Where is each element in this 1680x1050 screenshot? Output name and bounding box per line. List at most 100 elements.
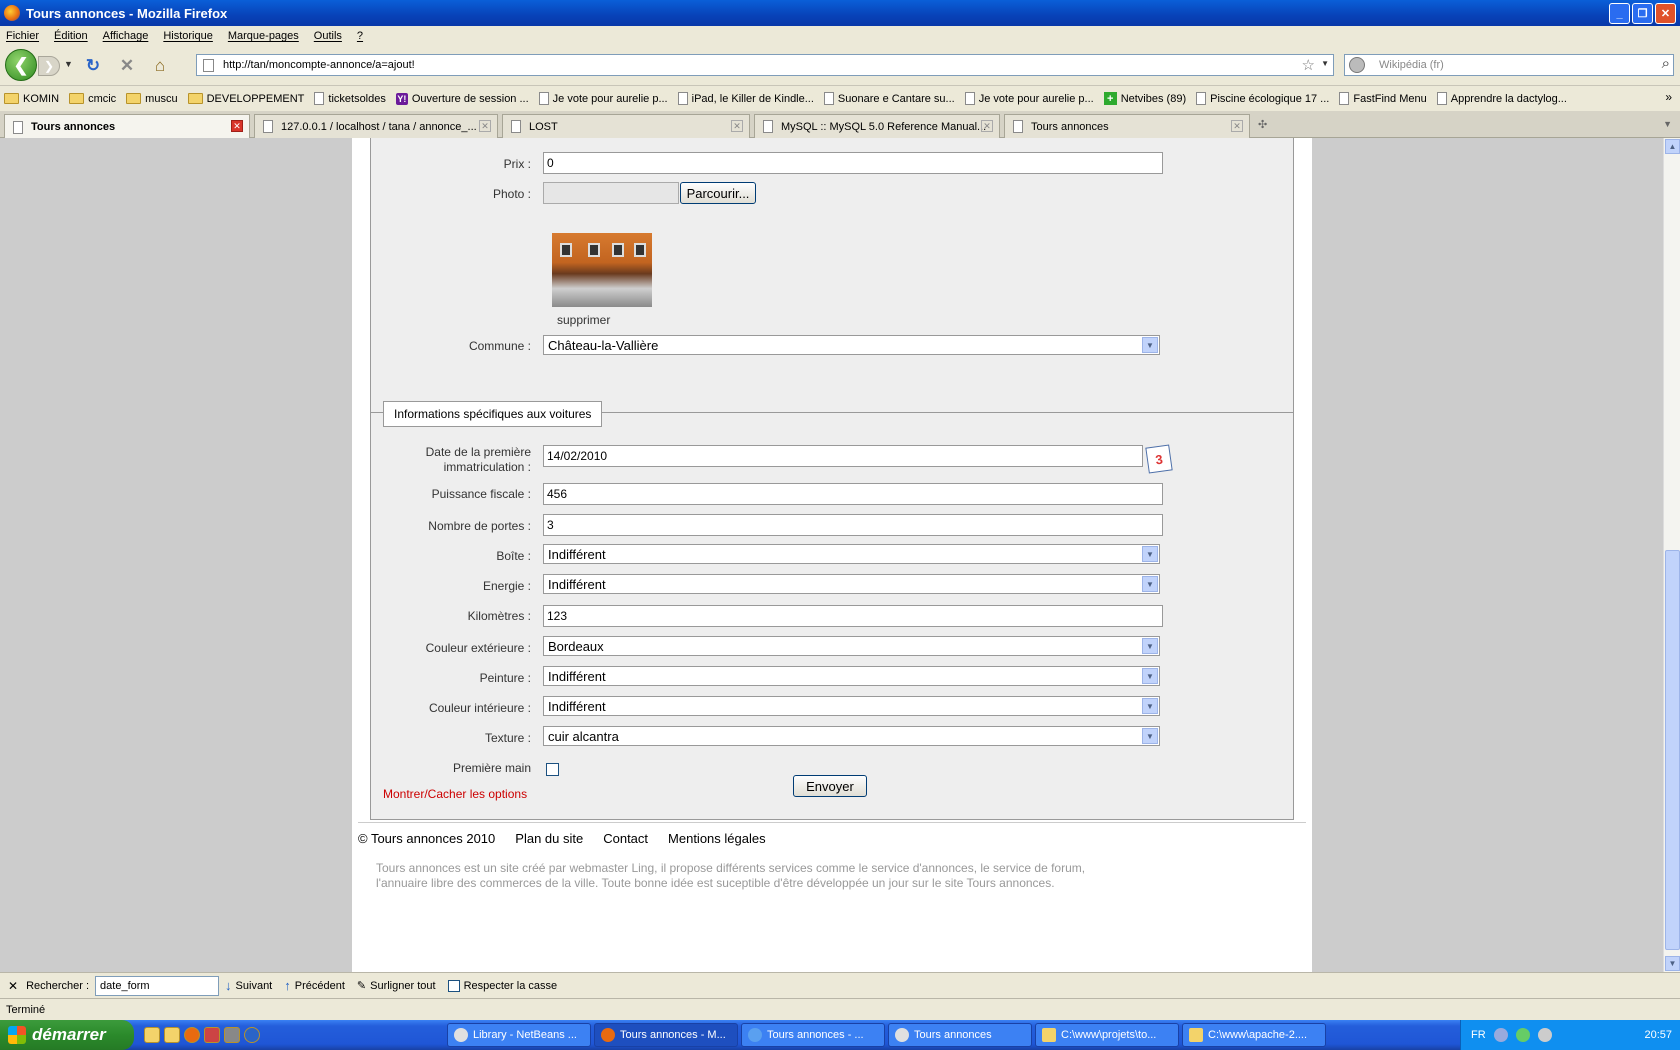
search-icon[interactable]: ⌕ xyxy=(1662,55,1670,72)
submit-button[interactable]: Envoyer xyxy=(793,775,867,797)
bookmark-item[interactable]: DEVELOPPEMENT xyxy=(187,93,304,105)
folder-icon xyxy=(69,93,85,104)
taskbar-item[interactable]: Library - NetBeans ... xyxy=(447,1023,591,1047)
menu-affichage[interactable]: Affichage xyxy=(103,30,149,42)
history-dropdown-icon[interactable]: ▼ xyxy=(64,59,73,69)
close-tab-icon[interactable]: ✕ xyxy=(231,120,243,132)
tab-lost[interactable]: LOST ✕ xyxy=(502,114,750,138)
bookmark-item[interactable]: FastFind Menu xyxy=(1339,92,1427,105)
find-next-button[interactable]: ↓ Suivant xyxy=(225,978,272,993)
menu-outils[interactable]: Outils xyxy=(314,30,342,42)
home-icon[interactable]: ⌂ xyxy=(149,55,171,77)
forward-button[interactable]: ❯ xyxy=(38,56,60,76)
start-button[interactable]: démarrer xyxy=(0,1020,134,1050)
couleur-int-select[interactable]: Indifférent ▼ xyxy=(543,696,1160,716)
quicklaunch-folder-icon[interactable] xyxy=(144,1027,160,1043)
close-find-icon[interactable]: ✕ xyxy=(8,979,18,993)
url-bar[interactable]: http://tan/moncompte-annonce/a=ajout! ☆ … xyxy=(196,54,1334,76)
menu-edition[interactable]: Édition xyxy=(54,30,88,42)
page-icon xyxy=(1339,92,1350,105)
back-button[interactable]: ❮ xyxy=(5,49,37,81)
list-all-tabs-icon[interactable]: ▼ xyxy=(1663,119,1672,129)
bookmark-item[interactable]: Y! Ouverture de session ... xyxy=(395,92,529,105)
bookmark-item[interactable]: Je vote pour aurelie p... xyxy=(964,92,1094,105)
bookmark-item[interactable]: Piscine écologique 17 ... xyxy=(1196,92,1329,105)
close-tab-icon[interactable]: ✕ xyxy=(479,120,491,132)
scroll-thumb[interactable] xyxy=(1665,550,1680,950)
vertical-scrollbar[interactable]: ▲ ▼ xyxy=(1663,138,1680,972)
quicklaunch-app-icon[interactable] xyxy=(224,1027,240,1043)
taskbar-item[interactable]: Tours annonces - M... xyxy=(594,1023,738,1047)
quicklaunch-app-icon[interactable] xyxy=(204,1027,220,1043)
tab-tours-annonces-2[interactable]: Tours annonces ✕ xyxy=(1004,114,1250,138)
url-dropdown-icon[interactable]: ▼ xyxy=(1321,59,1329,68)
date-input[interactable]: 14/02/2010 xyxy=(543,445,1143,467)
taskbar-item[interactable]: Tours annonces - ... xyxy=(741,1023,885,1047)
commune-select[interactable]: Château-la-Vallière ▼ xyxy=(543,335,1160,355)
highlight-all-button[interactable]: ✎ Surligner tout xyxy=(357,979,436,993)
close-button[interactable]: ✕ xyxy=(1655,3,1676,24)
match-case-checkbox[interactable]: Respecter la casse xyxy=(447,979,557,992)
km-input[interactable]: 123 xyxy=(543,605,1163,627)
close-tab-icon[interactable]: ✕ xyxy=(731,120,743,132)
menu-fichier[interactable]: Fichier xyxy=(6,30,39,42)
bookmark-item[interactable]: muscu xyxy=(126,93,178,105)
bookmark-item[interactable]: ticketsoldes xyxy=(314,92,386,105)
tab-phpmyadmin[interactable]: 127.0.0.1 / localhost / tana / annonce_.… xyxy=(254,114,498,138)
tray-icon[interactable] xyxy=(1515,1028,1530,1042)
scroll-down-icon[interactable]: ▼ xyxy=(1665,956,1680,971)
reload-icon[interactable]: ↻ xyxy=(82,55,104,77)
scroll-up-icon[interactable]: ▲ xyxy=(1665,139,1680,154)
menu-help[interactable]: ? xyxy=(357,30,363,42)
texture-select[interactable]: cuir alcantra ▼ xyxy=(543,726,1160,746)
menu-historique[interactable]: Historique xyxy=(163,30,213,42)
tray-icon[interactable] xyxy=(1493,1028,1508,1042)
boite-select[interactable]: Indifférent ▼ xyxy=(543,544,1160,564)
browse-button[interactable]: Parcourir... xyxy=(680,182,756,204)
footer-link-contact[interactable]: Contact xyxy=(603,831,648,846)
minimize-button[interactable]: _ xyxy=(1609,3,1630,24)
toggle-options-link[interactable]: Montrer/Cacher les options xyxy=(383,787,527,801)
bookmark-item[interactable]: Suonare e Cantare su... xyxy=(823,92,955,105)
energie-select[interactable]: Indifférent ▼ xyxy=(543,574,1160,594)
close-tab-icon[interactable]: ✕ xyxy=(981,120,993,132)
couleur-ext-select[interactable]: Bordeaux ▼ xyxy=(543,636,1160,656)
find-prev-button[interactable]: ↑ Précédent xyxy=(284,978,345,993)
taskbar-item[interactable]: Tours annonces xyxy=(888,1023,1032,1047)
taskbar-item[interactable]: C:\www\apache-2.... xyxy=(1182,1023,1326,1047)
bookmark-item[interactable]: + Netvibes (89) xyxy=(1103,92,1186,105)
quicklaunch-firefox-icon[interactable] xyxy=(184,1027,200,1043)
portes-input[interactable]: 3 xyxy=(543,514,1163,536)
bookmark-item[interactable]: Je vote pour aurelie p... xyxy=(538,92,668,105)
maximize-button[interactable]: ❐ xyxy=(1632,3,1653,24)
taskbar-item[interactable]: C:\www\projets\to... xyxy=(1035,1023,1179,1047)
peinture-select[interactable]: Indifférent ▼ xyxy=(543,666,1160,686)
premiere-main-checkbox[interactable] xyxy=(546,763,559,776)
puissance-input[interactable]: 456 xyxy=(543,483,1163,505)
language-indicator[interactable]: FR xyxy=(1471,1029,1486,1041)
calendar-icon[interactable]: 3 xyxy=(1145,444,1173,474)
tab-tours-annonces[interactable]: Tours annonces ✕ xyxy=(4,114,250,139)
close-tab-icon[interactable]: ✕ xyxy=(1231,120,1243,132)
tray-icon[interactable] xyxy=(1537,1028,1552,1042)
bookmark-item[interactable]: KOMIN xyxy=(4,93,59,105)
photo-file-field[interactable] xyxy=(543,182,679,204)
bookmark-item[interactable]: cmcic xyxy=(69,93,116,105)
quicklaunch-ie-icon[interactable] xyxy=(244,1027,260,1043)
footer-link-plan[interactable]: Plan du site xyxy=(515,831,583,846)
search-bar[interactable]: Wikipédia (fr) ⌕ xyxy=(1344,54,1674,76)
quicklaunch-folder-icon[interactable] xyxy=(164,1027,180,1043)
bookmarks-overflow-icon[interactable]: » xyxy=(1665,90,1672,104)
prix-input[interactable]: 0 xyxy=(543,152,1163,174)
find-input[interactable]: date_form xyxy=(95,975,220,996)
menu-marque-pages[interactable]: Marque-pages xyxy=(228,30,299,42)
stop-icon[interactable]: ✕ xyxy=(116,55,138,77)
wikipedia-icon[interactable] xyxy=(1349,57,1365,73)
bookmark-star-icon[interactable]: ☆ xyxy=(1302,56,1315,74)
supprimer-link[interactable]: supprimer xyxy=(557,313,610,328)
footer-link-mentions[interactable]: Mentions légales xyxy=(668,831,766,846)
tab-mysql[interactable]: MySQL :: MySQL 5.0 Reference Manual... ✕ xyxy=(754,114,1000,138)
new-tab-icon[interactable]: ✣ xyxy=(1258,118,1267,131)
bookmark-item[interactable]: iPad, le Killer de Kindle... xyxy=(677,92,814,105)
bookmark-item[interactable]: Apprendre la dactylog... xyxy=(1436,92,1567,105)
